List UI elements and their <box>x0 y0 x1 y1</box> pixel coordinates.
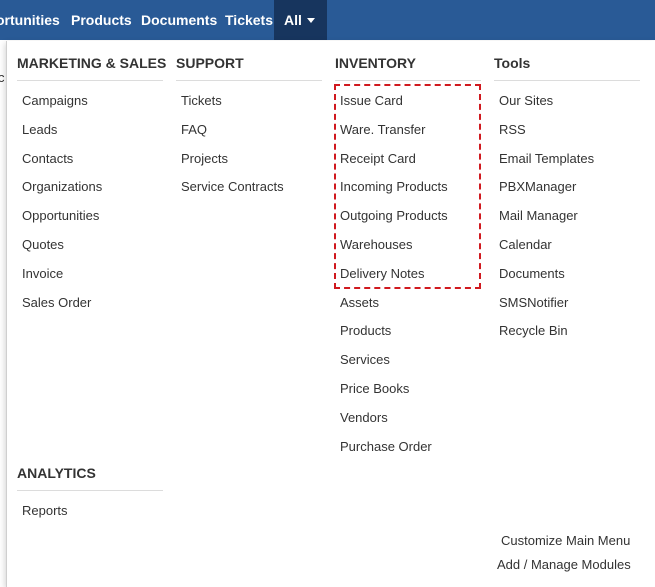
menu-item-assets[interactable]: Assets <box>340 289 448 318</box>
menu-item-tickets[interactable]: Tickets <box>181 87 284 116</box>
menu-item-pbxmanager[interactable]: PBXManager <box>499 173 594 202</box>
all-modules-dropdown: MARKETING & SALES Campaigns Leads Contac… <box>6 41 655 587</box>
menu-item-documents[interactable]: Documents <box>499 260 594 289</box>
top-nav-bar: ortunities Products Documents Tickets Al… <box>0 0 655 40</box>
menu-item-price-books[interactable]: Price Books <box>340 375 448 404</box>
menu-item-products[interactable]: Products <box>340 317 448 346</box>
caret-down-icon <box>306 17 315 23</box>
menu-item-contacts[interactable]: Contacts <box>22 145 102 174</box>
menu-item-ware-transfer[interactable]: Ware. Transfer <box>340 116 448 145</box>
menu-item-projects[interactable]: Projects <box>181 145 284 174</box>
marketing-sales-heading: MARKETING & SALES <box>17 55 166 81</box>
menu-item-invoice[interactable]: Invoice <box>22 260 102 289</box>
menu-item-leads[interactable]: Leads <box>22 116 102 145</box>
menu-item-service-contracts[interactable]: Service Contracts <box>181 173 284 202</box>
menu-item-purchase-order[interactable]: Purchase Order <box>340 433 448 462</box>
nav-item-tickets[interactable]: Tickets <box>225 0 273 40</box>
tools-list: Our Sites RSS Email Templates PBXManager… <box>499 87 594 346</box>
nav-item-documents[interactable]: Documents <box>141 0 217 40</box>
customize-main-menu-link[interactable]: Customize Main Menu <box>501 533 630 548</box>
menu-item-delivery-notes[interactable]: Delivery Notes <box>340 260 448 289</box>
inventory-heading: INVENTORY <box>335 55 481 81</box>
marketing-sales-list: Campaigns Leads Contacts Organizations O… <box>22 87 102 317</box>
add-manage-modules-link[interactable]: Add / Manage Modules <box>497 557 631 572</box>
menu-item-vendors[interactable]: Vendors <box>340 404 448 433</box>
menu-item-rss[interactable]: RSS <box>499 116 594 145</box>
menu-item-organizations[interactable]: Organizations <box>22 173 102 202</box>
menu-item-issue-card[interactable]: Issue Card <box>340 87 448 116</box>
nav-all-label: All <box>284 12 302 28</box>
inventory-list: Issue Card Ware. Transfer Receipt Card I… <box>340 87 448 461</box>
menu-item-faq[interactable]: FAQ <box>181 116 284 145</box>
page-text-fragment: c <box>0 70 5 85</box>
nav-item-all[interactable]: All <box>274 0 327 40</box>
menu-item-our-sites[interactable]: Our Sites <box>499 87 594 116</box>
menu-item-smsnotifier[interactable]: SMSNotifier <box>499 289 594 318</box>
menu-item-receipt-card[interactable]: Receipt Card <box>340 145 448 174</box>
menu-item-opportunities[interactable]: Opportunities <box>22 202 102 231</box>
menu-item-incoming-products[interactable]: Incoming Products <box>340 173 448 202</box>
menu-item-services[interactable]: Services <box>340 346 448 375</box>
menu-item-quotes[interactable]: Quotes <box>22 231 102 260</box>
menu-item-calendar[interactable]: Calendar <box>499 231 594 260</box>
analytics-heading: ANALYTICS <box>17 465 163 491</box>
analytics-list: Reports <box>22 497 68 526</box>
support-heading: SUPPORT <box>176 55 322 81</box>
menu-item-mail-manager[interactable]: Mail Manager <box>499 202 594 231</box>
menu-item-recycle-bin[interactable]: Recycle Bin <box>499 317 594 346</box>
nav-item-opportunities[interactable]: ortunities <box>0 0 60 40</box>
menu-item-email-templates[interactable]: Email Templates <box>499 145 594 174</box>
menu-item-outgoing-products[interactable]: Outgoing Products <box>340 202 448 231</box>
menu-item-sales-order[interactable]: Sales Order <box>22 289 102 318</box>
menu-item-reports[interactable]: Reports <box>22 497 68 526</box>
support-list: Tickets FAQ Projects Service Contracts <box>181 87 284 202</box>
menu-item-warehouses[interactable]: Warehouses <box>340 231 448 260</box>
tools-heading: Tools <box>494 55 640 81</box>
menu-item-campaigns[interactable]: Campaigns <box>22 87 102 116</box>
nav-item-products[interactable]: Products <box>71 0 132 40</box>
